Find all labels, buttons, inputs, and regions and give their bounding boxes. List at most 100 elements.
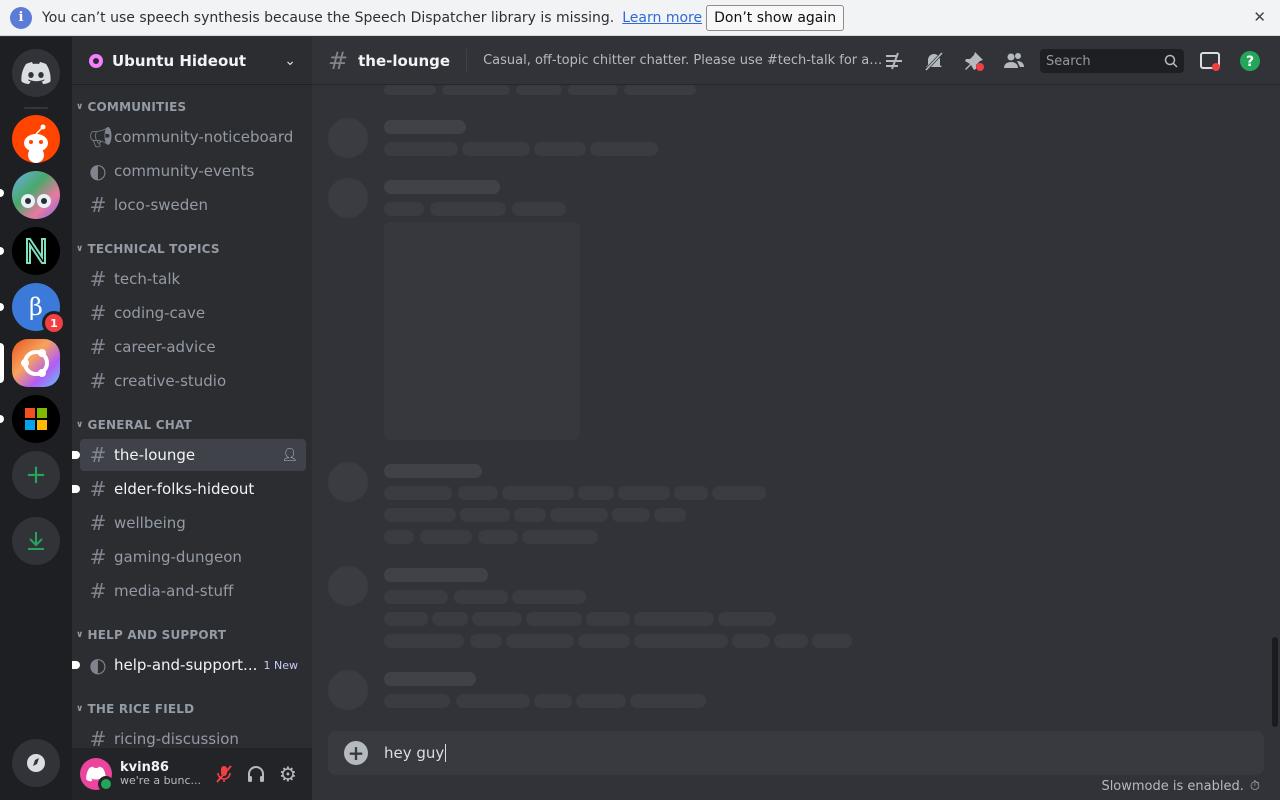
message-composer[interactable]: + hey guy: [328, 731, 1264, 775]
category-communities[interactable]: ∨ COMMUNITIES: [76, 100, 186, 114]
category-label: TECHNICAL TOPICS: [87, 242, 220, 256]
server-n[interactable]: [12, 227, 60, 275]
add-server-button[interactable]: +: [12, 451, 60, 499]
channel-community-events[interactable]: ◐ community-events: [80, 155, 306, 187]
channel-label: media-and-stuff: [114, 582, 234, 600]
user-info[interactable]: kvin86 we're a bunc...: [120, 759, 208, 787]
channel-coding-cave[interactable]: # coding-cave: [80, 297, 306, 329]
threads-button[interactable]: [880, 47, 908, 75]
channel-loco-sweden[interactable]: # loco-sweden: [80, 189, 306, 221]
channel-media-and-stuff[interactable]: # media-and-stuff: [80, 575, 306, 607]
server-ubuntu-hideout[interactable]: [12, 339, 60, 387]
channel-help-and-support[interactable]: ◐ help-and-support... 1 New: [72, 649, 306, 681]
chevron-down-icon: ∨: [76, 630, 84, 640]
channel-career-advice[interactable]: # career-advice: [80, 331, 306, 363]
dont-show-again-button[interactable]: Don’t show again: [706, 4, 845, 31]
unread-pill: [0, 189, 4, 197]
slowmode-text: Slowmode is enabled.: [1101, 779, 1244, 794]
pinned-messages-button[interactable]: [960, 47, 988, 75]
hash-icon: #: [328, 46, 349, 75]
help-icon: ?: [1240, 51, 1260, 71]
user-settings-button[interactable]: ⚙: [272, 758, 304, 790]
ubuntu-logo-icon: [21, 349, 49, 377]
skeleton-line: [384, 486, 452, 500]
channel-gaming-dungeon[interactable]: # gaming-dungeon: [80, 541, 306, 573]
skeleton-line: [384, 508, 456, 522]
header-divider: [466, 48, 468, 73]
server-rail: β 1 +: [0, 37, 72, 800]
hash-icon: #: [89, 193, 107, 217]
server-reddit[interactable]: [12, 115, 60, 163]
reddit-alien-icon: [24, 124, 48, 163]
server-name: Ubuntu Hideout: [112, 51, 247, 70]
notifications-button[interactable]: [920, 47, 948, 75]
mute-button[interactable]: [208, 758, 240, 790]
skeleton-line: [568, 85, 618, 95]
deafen-button[interactable]: [240, 758, 272, 790]
channel-label: ricing-discussion: [114, 730, 239, 748]
member-list-button[interactable]: [1000, 47, 1028, 75]
channel-tech-talk[interactable]: # tech-talk: [80, 263, 306, 295]
skeleton-line: [618, 486, 670, 500]
search-placeholder: Search: [1046, 53, 1091, 69]
search-input[interactable]: Search: [1040, 49, 1184, 73]
username: kvin86: [120, 759, 169, 775]
pin-icon: [965, 52, 984, 71]
server-colorful[interactable]: [12, 171, 60, 219]
message-input-text: hey guy: [384, 743, 445, 762]
scrollbar[interactable]: [1272, 637, 1278, 727]
channel-community-noticeboard[interactable]: 📢︎ community-noticeboard: [80, 121, 306, 153]
close-icon[interactable]: ✕: [1253, 8, 1266, 26]
category-help[interactable]: ∨ HELP AND SUPPORT: [76, 628, 226, 642]
server-microsoft[interactable]: [12, 395, 60, 443]
skeleton-line: [462, 142, 530, 156]
channel-elder-folks-hideout[interactable]: # elder-folks-hideout: [72, 473, 306, 505]
skeleton-line: [634, 634, 728, 648]
learn-more-link[interactable]: Learn more: [622, 10, 702, 26]
download-apps-button[interactable]: [12, 517, 60, 565]
chevron-down-icon: ⌄: [284, 52, 296, 69]
discover-button[interactable]: [12, 739, 60, 787]
server-header[interactable]: Ubuntu Hideout ⌄: [72, 37, 312, 85]
channel-label: help-and-support...: [114, 656, 258, 674]
channel-title: the-lounge: [358, 51, 451, 70]
skeleton-line: [458, 486, 498, 500]
channel-wellbeing[interactable]: # wellbeing: [80, 507, 306, 539]
channel-creative-studio[interactable]: # creative-studio: [80, 365, 306, 397]
hash-icon: #: [89, 511, 107, 535]
skeleton-line: [534, 142, 586, 156]
skeleton-line: [512, 202, 566, 216]
skeleton-line: [430, 202, 506, 216]
channel-label: tech-talk: [114, 270, 181, 288]
stopwatch-icon: ⏱: [1249, 779, 1260, 794]
channel-the-lounge[interactable]: # the-lounge 👤︎: [72, 439, 306, 471]
skeleton-line: [384, 85, 436, 95]
avatar[interactable]: [80, 758, 114, 792]
skeleton-avatar: [328, 462, 368, 502]
category-rice[interactable]: ∨ THE RICE FIELD: [76, 702, 194, 716]
skeleton-line: [506, 634, 574, 648]
header-toolbar: Search ?: [868, 37, 1264, 85]
headphones-icon: [248, 766, 264, 782]
category-technical[interactable]: ∨ TECHNICAL TOPICS: [76, 242, 220, 256]
message-input[interactable]: hey guy: [384, 743, 447, 763]
bell-muted-icon: [924, 51, 944, 72]
invite-member-icon[interactable]: 👤︎: [281, 448, 298, 463]
discord-home-button[interactable]: [12, 49, 60, 97]
channel-topic[interactable]: Casual, off-topic chitter chatter. Pleas…: [483, 53, 883, 68]
mic-muted-icon: [216, 765, 232, 783]
download-icon: [28, 532, 44, 550]
skeleton-line: [478, 530, 518, 544]
skeleton-avatar: [328, 670, 368, 710]
inbox-button[interactable]: [1196, 47, 1224, 75]
slowmode-notice: Slowmode is enabled. ⏱: [1101, 779, 1260, 794]
chat-area: # the-lounge Casual, off-topic chitter c…: [312, 37, 1280, 800]
skeleton-line: [624, 85, 696, 95]
category-general[interactable]: ∨ GENERAL CHAT: [76, 418, 192, 432]
skeleton-line: [502, 486, 574, 500]
notice-bar: i You can’t use speech synthesis because…: [0, 0, 1280, 36]
skeleton-line: [534, 694, 572, 708]
threads-icon: [886, 52, 902, 70]
add-attachment-button[interactable]: +: [344, 741, 368, 765]
help-button[interactable]: ?: [1236, 47, 1264, 75]
